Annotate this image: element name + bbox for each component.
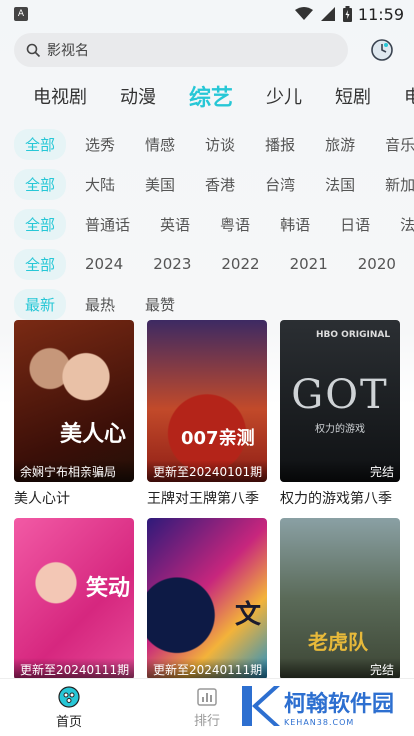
- filter-chip[interactable]: 大陆: [74, 169, 126, 200]
- watermark-logo: 柯翰软件园 KEHAN38.COM: [240, 680, 408, 732]
- filter-chip[interactable]: 韩语: [269, 209, 321, 240]
- poster-image: 笑动 更新至20240111期: [14, 518, 134, 680]
- filter-chip[interactable]: 全部: [14, 248, 67, 280]
- poster-image: 美人心 余娴宁布相亲骗局: [14, 320, 134, 482]
- signal-icon: [320, 7, 335, 21]
- video-card[interactable]: 文 更新至20240111期: [147, 518, 267, 680]
- ranking-icon: [197, 687, 217, 706]
- tab-movie[interactable]: 电: [404, 83, 414, 109]
- tab-anime[interactable]: 动漫: [120, 83, 156, 109]
- nav-home-label: 首页: [55, 714, 82, 730]
- notification-badge-icon: A: [14, 7, 28, 21]
- search-input[interactable]: 影视名: [14, 33, 348, 67]
- card-title: 权力的游戏第八季: [280, 491, 392, 507]
- poster-image: 007亲测 更新至20240101期: [147, 320, 267, 482]
- poster-image: 文 更新至20240111期: [147, 518, 267, 680]
- sort-chip[interactable]: 最热: [74, 289, 126, 320]
- filter-chip[interactable]: 日语: [329, 209, 381, 240]
- search-row: 影视名: [0, 28, 414, 68]
- clock-time: 11:59: [357, 4, 404, 24]
- hbo-logo: HBO ORIGINAL: [316, 330, 391, 340]
- card-title: 王牌对王牌第八季: [147, 491, 259, 507]
- category-tabs: 电视剧 动漫 综艺 少儿 短剧 电: [0, 68, 414, 124]
- episode-caption: 更新至20240111期: [147, 658, 267, 680]
- watermark-url: KEHAN38.COM: [284, 717, 355, 727]
- video-card[interactable]: 美人心 余娴宁布相亲骗局 美人心计: [14, 320, 134, 508]
- episode-caption: 完结: [280, 658, 400, 680]
- filter-chip[interactable]: 选秀: [74, 129, 126, 160]
- tab-variety[interactable]: 综艺: [189, 80, 233, 112]
- filter-chip[interactable]: 旅游: [314, 129, 366, 160]
- filter-genre: 全部 选秀 情感 访谈 播报 旅游 音乐 美: [0, 124, 414, 164]
- poster-title-art: 文: [235, 600, 262, 630]
- history-button[interactable]: [364, 32, 400, 68]
- poster-title-art: 007亲测: [181, 428, 255, 449]
- sort-chip[interactable]: 最赞: [134, 289, 186, 320]
- tab-short[interactable]: 短剧: [335, 83, 371, 109]
- sort-chip[interactable]: 最新: [14, 288, 67, 320]
- tab-kids[interactable]: 少儿: [266, 83, 302, 109]
- tab-tv[interactable]: 电视剧: [33, 83, 87, 109]
- filter-chip[interactable]: 英语: [149, 209, 201, 240]
- watermark-k-icon: [242, 686, 280, 726]
- filter-chip[interactable]: 2020: [347, 250, 407, 278]
- card-title: 美人心计: [14, 491, 70, 507]
- filter-chip[interactable]: 美国: [134, 169, 186, 200]
- filter-chip[interactable]: 全部: [14, 168, 67, 200]
- poster-title-art: 老虎队: [308, 630, 368, 654]
- episode-caption: 更新至20240101期: [147, 460, 267, 482]
- filter-chip[interactable]: 2023: [142, 250, 202, 278]
- poster-title-art: 笑动: [86, 576, 131, 601]
- episode-caption: 更新至20240111期: [14, 658, 134, 680]
- status-bar: A 11:59: [0, 0, 414, 28]
- poster-title-art: 美人心: [60, 421, 127, 447]
- search-icon: [26, 43, 41, 57]
- filter-chip[interactable]: 播报: [254, 129, 306, 160]
- home-icon: [58, 685, 80, 708]
- filter-year: 全部 2024 2023 2022 2021 2020 2019: [0, 244, 414, 284]
- search-placeholder: 影视名: [47, 43, 89, 59]
- filter-chip[interactable]: 2021: [279, 250, 339, 278]
- video-card[interactable]: 笑动 更新至20240111期: [14, 518, 134, 680]
- poster-title-art: GOT: [291, 372, 389, 418]
- poster-image: HBO ORIGINAL GOT 权力的游戏 完结: [280, 320, 400, 482]
- nav-ranking-label: 排行: [193, 713, 220, 729]
- filter-language: 全部 普通话 英语 粤语 韩语 日语 法语: [0, 204, 414, 244]
- video-card[interactable]: HBO ORIGINAL GOT 权力的游戏 完结 权力的游戏第八季: [280, 320, 400, 508]
- filter-chip[interactable]: 2024: [74, 250, 134, 278]
- filter-chip[interactable]: 情感: [134, 129, 186, 160]
- filter-chip[interactable]: 台湾: [254, 169, 306, 200]
- filter-chip[interactable]: 全部: [14, 128, 67, 160]
- filter-chip[interactable]: 新加坡: [374, 169, 414, 200]
- poster-subtitle: 权力的游戏: [315, 424, 365, 435]
- filter-chip[interactable]: 香港: [194, 169, 246, 200]
- filter-chip[interactable]: 普通话: [74, 209, 141, 240]
- filter-chip[interactable]: 音乐: [374, 129, 414, 160]
- poster-image: 老虎队 完结: [280, 518, 400, 680]
- wifi-icon: [294, 7, 313, 20]
- filter-chip[interactable]: 2022: [210, 250, 270, 278]
- filter-region: 全部 大陆 美国 香港 台湾 法国 新加坡: [0, 164, 414, 204]
- filter-chip[interactable]: 法国: [314, 169, 366, 200]
- episode-caption: 余娴宁布相亲骗局: [14, 460, 134, 482]
- battery-icon: [342, 6, 352, 22]
- filter-chip[interactable]: 访谈: [194, 129, 246, 160]
- video-card[interactable]: 老虎队 完结: [280, 518, 400, 680]
- clock-icon: [371, 39, 393, 61]
- watermark-text: 柯翰软件园: [284, 691, 395, 717]
- filter-chip[interactable]: 全部: [14, 208, 67, 240]
- nav-home[interactable]: 首页: [0, 679, 138, 736]
- video-card[interactable]: 007亲测 更新至20240101期 王牌对王牌第八季: [147, 320, 267, 508]
- filter-sort: 最新 最热 最赞: [0, 284, 414, 324]
- filter-chip[interactable]: 法语: [389, 209, 414, 240]
- filter-chip[interactable]: 粤语: [209, 209, 261, 240]
- episode-caption: 完结: [280, 460, 400, 482]
